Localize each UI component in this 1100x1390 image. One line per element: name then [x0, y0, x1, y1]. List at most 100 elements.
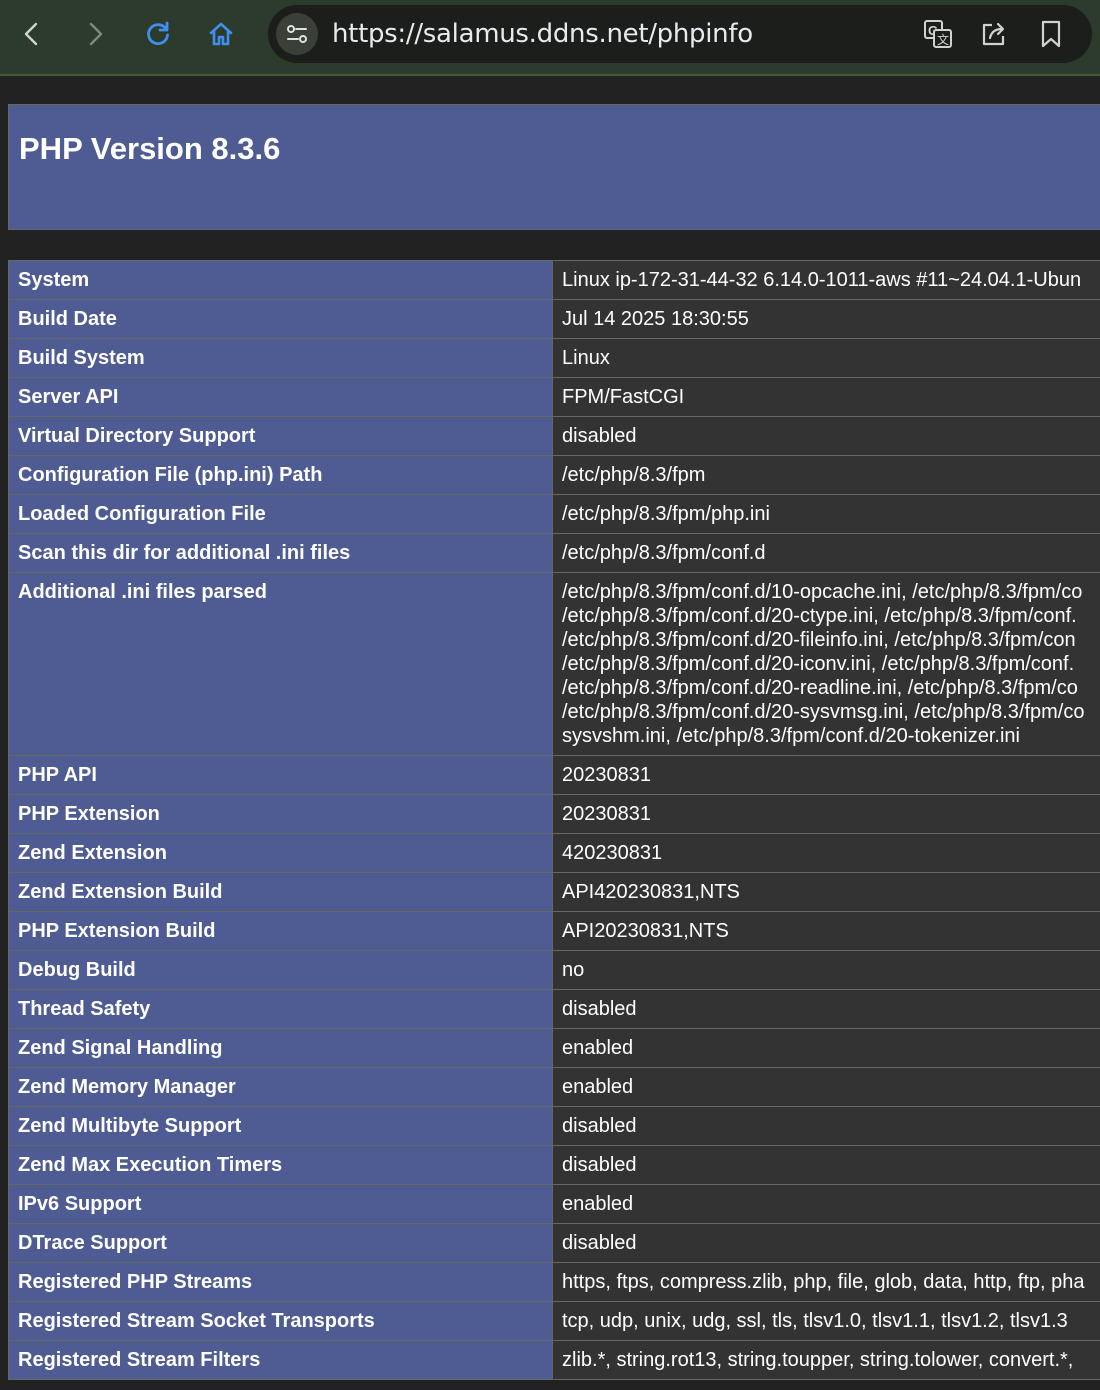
row-value: disabled	[552, 989, 1100, 1029]
row-label: Configuration File (php.ini) Path	[8, 455, 553, 495]
row-label: Registered PHP Streams	[8, 1262, 553, 1302]
back-button[interactable]	[12, 14, 52, 54]
row-value-line: /etc/php/8.3/fpm/conf.d/20-fileinfo.ini,…	[562, 629, 1076, 651]
table-row: PHP API 20230831	[8, 755, 1100, 795]
row-label: IPv6 Support	[8, 1184, 553, 1224]
reload-icon	[147, 21, 169, 46]
row-label: Additional .ini files parsed	[8, 572, 553, 756]
table-row: Zend Extension Build API420230831,NTS	[8, 872, 1100, 912]
table-row: Loaded Configuration File/etc/php/8.3/fp…	[8, 494, 1100, 534]
translate-button[interactable]: G 文	[923, 19, 953, 49]
row-value: /etc/php/8.3/fpm/conf.d/10-opcache.ini, …	[552, 572, 1100, 756]
bookmark-icon	[1041, 20, 1061, 48]
row-value: Jul 14 2025 18:30:55	[552, 299, 1100, 339]
back-arrow-icon	[24, 22, 38, 46]
table-row: Additional .ini files parsed/etc/php/8.3…	[8, 572, 1100, 756]
phpinfo-table: System Linux ip-172-31-44-32 6.14.0-1011-…	[8, 260, 1100, 1380]
row-value-line: /etc/php/8.3/fpm/conf.d/20-ctype.ini, /e…	[562, 605, 1077, 627]
table-row: Zend Extension 420230831	[8, 833, 1100, 873]
row-label: Zend Max Execution Timers	[8, 1145, 553, 1185]
row-label: Registered Stream Socket Transports	[8, 1301, 553, 1341]
table-row: Build System Linux	[8, 338, 1100, 378]
row-label: Debug Build	[8, 950, 553, 990]
row-label: Zend Extension	[8, 833, 553, 873]
forward-button[interactable]	[75, 14, 115, 54]
row-value-line: /etc/php/8.3/fpm/conf.d/20-iconv.ini, /e…	[562, 653, 1075, 675]
reload-button[interactable]	[138, 14, 178, 54]
row-label: Loaded Configuration File	[8, 494, 553, 534]
table-row: Zend Multibyte Support disabled	[8, 1106, 1100, 1146]
row-value: 20230831	[552, 794, 1100, 834]
table-row: Build Date Jul 14 2025 18:30:55	[8, 299, 1100, 339]
row-value-line: /etc/php/8.3/fpm/conf.d/10-opcache.ini, …	[562, 581, 1083, 603]
row-label: PHP API	[8, 755, 553, 795]
php-version-header: PHP Version 8.3.6	[8, 104, 1100, 230]
row-value: 20230831	[552, 755, 1100, 795]
row-value: 420230831	[552, 833, 1100, 873]
table-row: Registered PHP Streams https, ftps, compr…	[8, 1262, 1100, 1302]
table-row: Server API FPM/FastCGI	[8, 377, 1100, 417]
page-title: PHP Version 8.3.6	[19, 131, 281, 166]
address-bar[interactable]: https://salamus.ddns.net/phpinfo G 文	[268, 5, 1092, 63]
table-row: Zend Memory Manager enabled	[8, 1067, 1100, 1107]
home-button[interactable]	[201, 14, 241, 54]
row-label: DTrace Support	[8, 1223, 553, 1263]
row-value: enabled	[552, 1184, 1100, 1224]
row-label: Build Date	[8, 299, 553, 339]
row-value: Linux	[552, 338, 1100, 378]
table-row: Registered Stream Socket Transports tcp, …	[8, 1301, 1100, 1341]
row-value-line: sysvshm.ini, /etc/php/8.3/fpm/conf.d/20-…	[562, 725, 1020, 747]
row-value: API420230831,NTS	[552, 872, 1100, 912]
row-value: disabled	[552, 416, 1100, 456]
translate-icon: G 文	[924, 20, 952, 48]
table-row: IPv6 Support enabled	[8, 1184, 1100, 1224]
row-label: Zend Multibyte Support	[8, 1106, 553, 1146]
table-row: PHP Extension Build API20230831,NTS	[8, 911, 1100, 951]
row-label: PHP Extension	[8, 794, 553, 834]
row-value-line: /etc/php/8.3/fpm/conf.d/20-sysvmsg.ini, …	[562, 701, 1085, 723]
table-row: System Linux ip-172-31-44-32 6.14.0-1011-…	[8, 260, 1100, 300]
row-label: System	[8, 260, 553, 300]
table-row: Zend Max Execution Timers disabled	[8, 1145, 1100, 1185]
row-label: Zend Signal Handling	[8, 1028, 553, 1068]
row-value: disabled	[552, 1145, 1100, 1185]
bookmark-button[interactable]	[1036, 19, 1066, 49]
row-value: Linux ip-172-31-44-32 6.14.0-1011-aws #1…	[552, 260, 1100, 300]
row-value: /etc/php/8.3/fpm/conf.d	[552, 533, 1100, 573]
row-value: enabled	[552, 1067, 1100, 1107]
row-value: https, ftps, compress.zlib, php, file, g…	[552, 1262, 1100, 1302]
table-row: Debug Build no	[8, 950, 1100, 990]
url-text[interactable]: https://salamus.ddns.net/phpinfo	[332, 19, 753, 49]
row-label: Registered Stream Filters	[8, 1340, 553, 1380]
row-value: no	[552, 950, 1100, 990]
row-value: /etc/php/8.3/fpm/php.ini	[552, 494, 1100, 534]
forward-arrow-icon	[89, 22, 103, 46]
row-label: Zend Memory Manager	[8, 1067, 553, 1107]
row-label: Thread Safety	[8, 989, 553, 1029]
row-label: Zend Extension Build	[8, 872, 553, 912]
site-settings-icon	[287, 25, 307, 43]
row-label: Scan this dir for additional .ini files	[8, 533, 553, 573]
phpinfo-table-body: System Linux ip-172-31-44-32 6.14.0-1011-…	[8, 260, 1100, 1380]
row-label: Build System	[8, 338, 553, 378]
table-row: Zend Signal Handling enabled	[8, 1028, 1100, 1068]
row-value: tcp, udp, unix, udg, ssl, tls, tlsv1.0, …	[552, 1301, 1100, 1341]
table-row: Scan this dir for additional .ini files /…	[8, 533, 1100, 573]
table-row: Configuration File (php.ini) Path/etc/ph…	[8, 455, 1100, 495]
row-label: Server API	[8, 377, 553, 417]
row-label: Virtual Directory Support	[8, 416, 553, 456]
share-icon	[982, 22, 1005, 46]
row-value: zlib.*, string.rot13, string.toupper, st…	[552, 1340, 1100, 1380]
svg-text:文: 文	[937, 32, 949, 47]
table-row: Virtual Directory Support disabled	[8, 416, 1100, 456]
table-row: Thread Safety disabled	[8, 989, 1100, 1029]
row-value: /etc/php/8.3/fpm	[552, 455, 1100, 495]
row-value-line: /etc/php/8.3/fpm/conf.d/20-readline.ini,…	[562, 677, 1078, 699]
home-icon	[209, 22, 233, 46]
browser-toolbar: https://salamus.ddns.net/phpinfo G 文	[0, 0, 1100, 76]
site-info-button[interactable]	[276, 13, 318, 55]
row-value: disabled	[552, 1106, 1100, 1146]
page-content: PHP Version 8.3.6 System Linux ip-172-31-…	[0, 76, 1100, 1390]
row-value: API20230831,NTS	[552, 911, 1100, 951]
share-button[interactable]	[979, 19, 1009, 49]
